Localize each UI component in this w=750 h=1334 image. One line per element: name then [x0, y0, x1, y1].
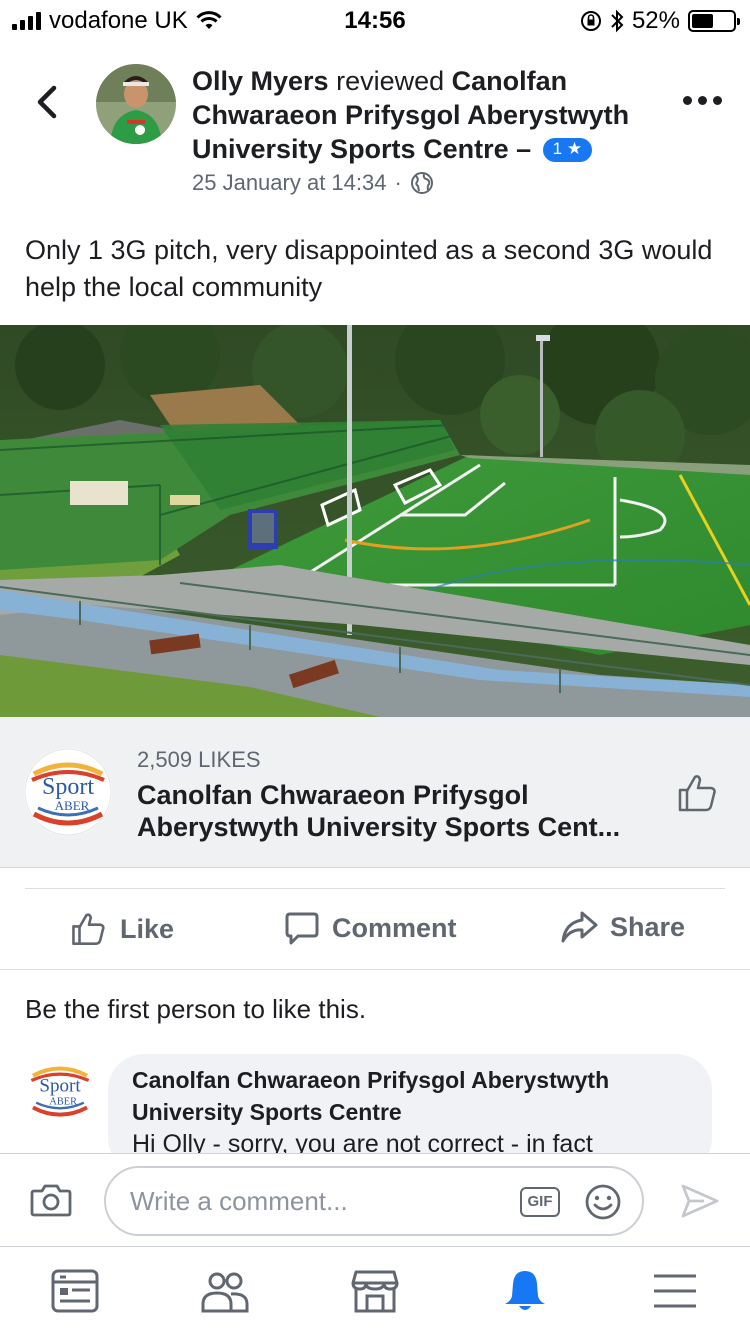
comment-icon: [285, 912, 319, 945]
first-like-text: Be the first person to like this.: [25, 994, 367, 1024]
comment-author[interactable]: Canolfan Chwaraeon Prifysgol Aberystwyth…: [132, 1064, 688, 1128]
review-header: Olly Myers reviewed Canolfan Chwaraeon P…: [192, 64, 662, 166]
svg-text:Sport: Sport: [42, 774, 94, 800]
post-meta: 25 January at 14:34 ·: [192, 170, 434, 196]
rating-badge: 1 ★: [542, 138, 593, 162]
news-feed-icon[interactable]: [50, 1268, 100, 1314]
send-icon[interactable]: [680, 1182, 720, 1220]
share-button[interactable]: Share: [560, 910, 685, 944]
tab-bar: [0, 1248, 750, 1334]
comment-button[interactable]: Comment: [284, 910, 457, 946]
author-name[interactable]: Olly Myers: [192, 66, 329, 96]
svg-text:Sport: Sport: [39, 1076, 81, 1097]
svg-text:ABER: ABER: [49, 1096, 77, 1107]
emoji-icon[interactable]: [584, 1183, 622, 1221]
page-name[interactable]: Canolfan Chwaraeon Prifysgol Aberystwyth…: [137, 779, 657, 843]
marketplace-icon[interactable]: [350, 1268, 400, 1314]
orientation-lock-icon: [580, 11, 601, 31]
comment-composer: GIF: [0, 1153, 750, 1247]
post-text: Only 1 3G pitch, very disappointed as a …: [25, 235, 713, 302]
like-button[interactable]: Like: [70, 910, 174, 948]
thumbs-up-icon[interactable]: [676, 771, 720, 815]
notifications-icon[interactable]: [500, 1268, 550, 1314]
more-dots-icon[interactable]: [683, 96, 722, 105]
like-label: Like: [120, 913, 175, 944]
globe-icon: [410, 172, 433, 194]
page-logo[interactable]: Sport ABER: [24, 748, 112, 836]
page-likes-count: 2,509 LIKES: [137, 747, 261, 772]
avatar[interactable]: [96, 64, 176, 144]
page-card[interactable]: Sport ABER 2,509 LIKES Canolfan Chwaraeo…: [0, 717, 750, 868]
comment-avatar[interactable]: Sport ABER: [25, 1055, 95, 1125]
camera-icon[interactable]: [30, 1182, 72, 1218]
bluetooth-icon: [611, 9, 624, 33]
battery-icon: [688, 10, 740, 32]
review-action: reviewed: [336, 66, 445, 96]
battery-fill: [692, 14, 713, 28]
comment-input-wrapper: GIF: [104, 1166, 644, 1236]
share-icon: [561, 911, 598, 943]
comment-input[interactable]: [130, 1184, 510, 1218]
chevron-left-icon[interactable]: [30, 82, 66, 122]
divider: [25, 888, 725, 889]
post-date[interactable]: 25 January at 14:34: [192, 170, 386, 196]
battery-percent: 52%: [631, 7, 680, 34]
gif-button[interactable]: GIF: [520, 1187, 560, 1217]
svg-text:ABER: ABER: [55, 798, 90, 813]
divider: [0, 969, 750, 970]
meta-dot: ·: [394, 170, 402, 195]
action-bar: Like Comment Share: [0, 900, 750, 964]
friends-icon[interactable]: [200, 1268, 250, 1314]
menu-icon[interactable]: [650, 1268, 700, 1314]
status-right: 52%: [580, 7, 740, 35]
comment-label: Comment: [332, 912, 457, 943]
header-separator: –: [516, 134, 532, 164]
status-bar: vodafone UK 14:56 52%: [0, 0, 750, 40]
post-photo[interactable]: [0, 325, 750, 717]
share-label: Share: [610, 911, 686, 942]
thumbs-up-icon: [72, 913, 105, 945]
